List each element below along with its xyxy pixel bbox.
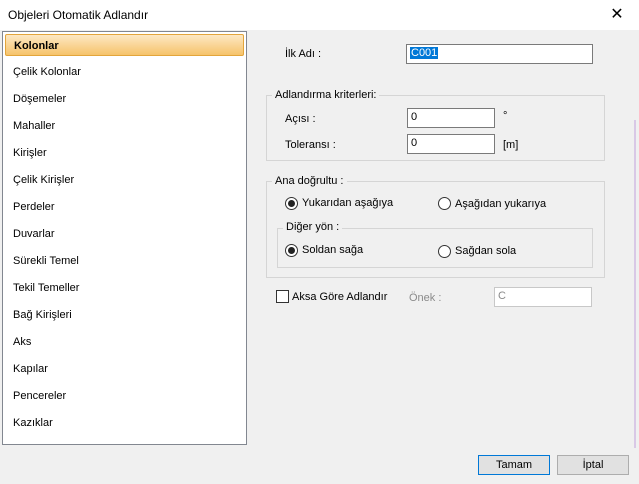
list-item-kaziklar[interactable]: Kazıklar [5,412,244,434]
list-item-mahaller[interactable]: Mahaller [5,115,244,137]
window-title: Objeleri Otomatik Adlandır [8,8,149,22]
other-direction-title: Diğer yön : [283,221,343,233]
list-item-surekli-temel[interactable]: Sürekli Temel [5,250,244,272]
list-item-tekil-temeller[interactable]: Tekil Temeller [5,277,244,299]
list-item-kirisler[interactable]: Kirişler [5,142,244,164]
list-item-dosemeler[interactable]: Döşemeler [5,88,244,110]
left-to-right-radio[interactable] [285,244,298,257]
list-item-kolonlar[interactable]: Kolonlar [5,34,244,56]
right-edge-divider [634,120,636,460]
list-item-kapilar[interactable]: Kapılar [5,358,244,380]
prefix-input[interactable]: C [494,287,592,307]
list-item-celik-kirisler[interactable]: Çelik Kirişler [5,169,244,191]
right-to-left-radio[interactable] [438,245,451,258]
list-item-pencereler[interactable]: Pencereler [5,385,244,407]
naming-criteria-title: Adlandırma kriterleri: [272,89,380,101]
main-direction-title: Ana doğrultu : [272,175,347,187]
cancel-button[interactable]: İptal [557,455,629,475]
bottom-to-top-label[interactable]: Aşağıdan yukarıya [455,198,546,210]
list-item-perdeler[interactable]: Perdeler [5,196,244,218]
object-type-list[interactable]: Kolonlar Çelik Kolonlar Döşemeler Mahall… [2,31,247,445]
angle-input[interactable]: 0 [407,108,495,128]
angle-label: Açısı : [285,113,316,125]
angle-unit: ° [503,110,508,122]
axis-naming-checkbox[interactable] [276,290,289,303]
list-item-bag-kirisleri[interactable]: Bağ Kirişleri [5,304,244,326]
title-bar: Objeleri Otomatik Adlandır ✕ [0,0,639,30]
left-to-right-label[interactable]: Soldan sağa [302,244,363,256]
right-to-left-label[interactable]: Sağdan sola [455,245,516,257]
close-icon[interactable]: ✕ [606,5,628,25]
first-name-value: C001 [410,47,439,59]
tolerance-input[interactable]: 0 [407,134,495,154]
bottom-to-top-radio[interactable] [438,197,451,210]
top-to-bottom-radio[interactable] [285,197,298,210]
top-to-bottom-label[interactable]: Yukarıdan aşağıya [302,197,393,209]
axis-naming-label[interactable]: Aksa Göre Adlandır [292,291,387,303]
list-item-duvarlar[interactable]: Duvarlar [5,223,244,245]
tolerance-unit: [m] [503,139,519,151]
ok-button[interactable]: Tamam [478,455,550,475]
prefix-label: Önek : [409,292,442,304]
list-item-celik-kolonlar[interactable]: Çelik Kolonlar [5,61,244,83]
tolerance-label: Toleransı : [285,139,336,151]
list-item-aks[interactable]: Aks [5,331,244,353]
first-name-label: İlk Adı : [285,48,322,60]
first-name-input[interactable]: C001 [406,44,593,64]
